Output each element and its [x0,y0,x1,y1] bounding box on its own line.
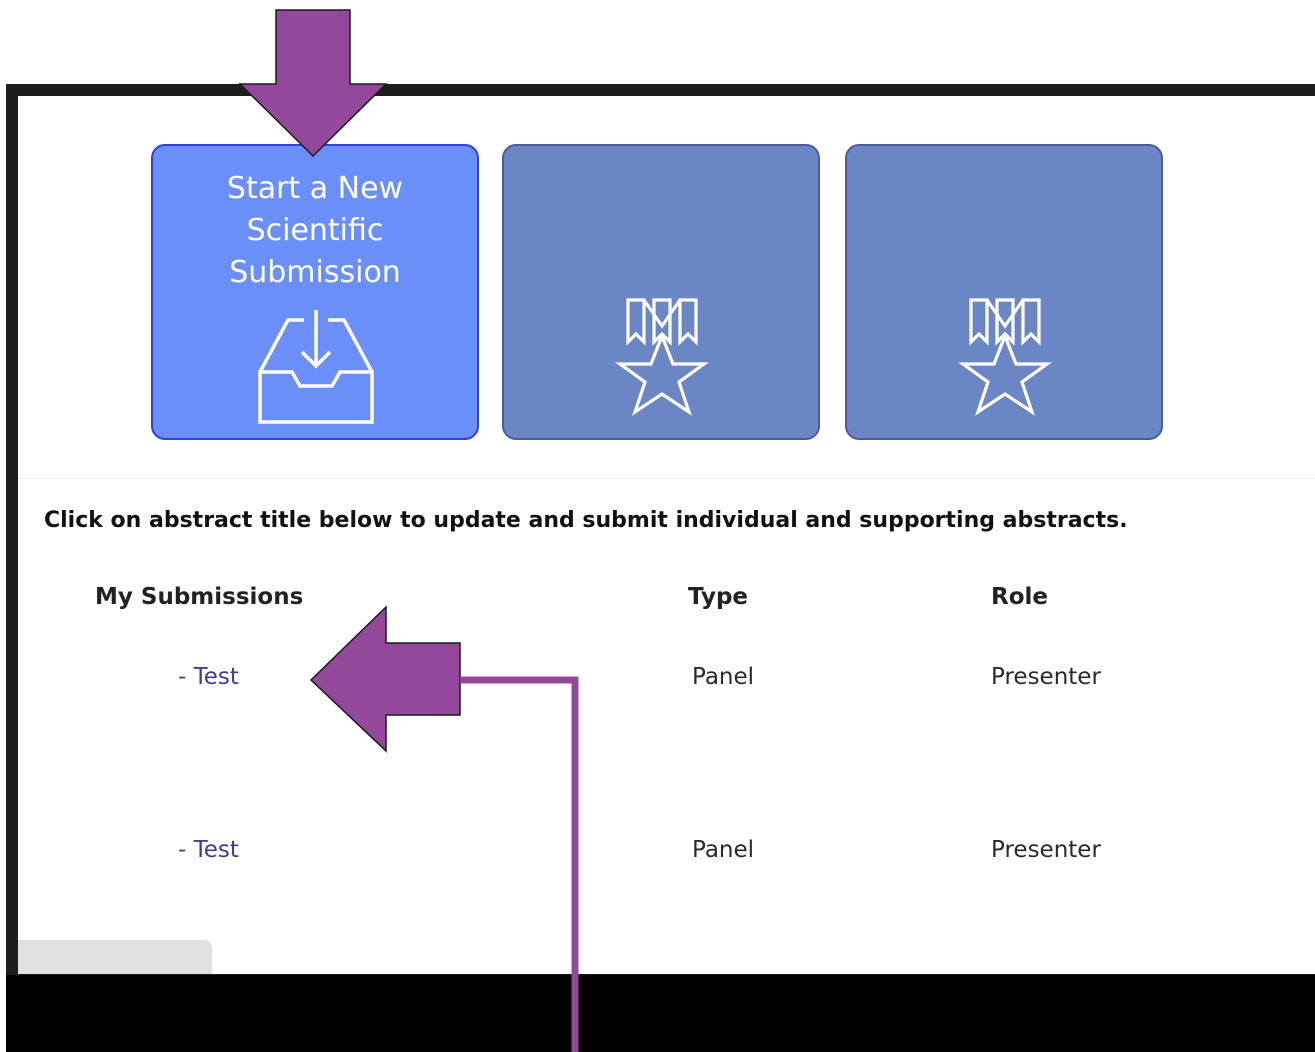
connector-line-annotation [460,676,579,1052]
annotation-overlay [238,9,579,1052]
down-arrow-annotation [238,9,388,158]
left-arrow-annotation [309,605,461,753]
